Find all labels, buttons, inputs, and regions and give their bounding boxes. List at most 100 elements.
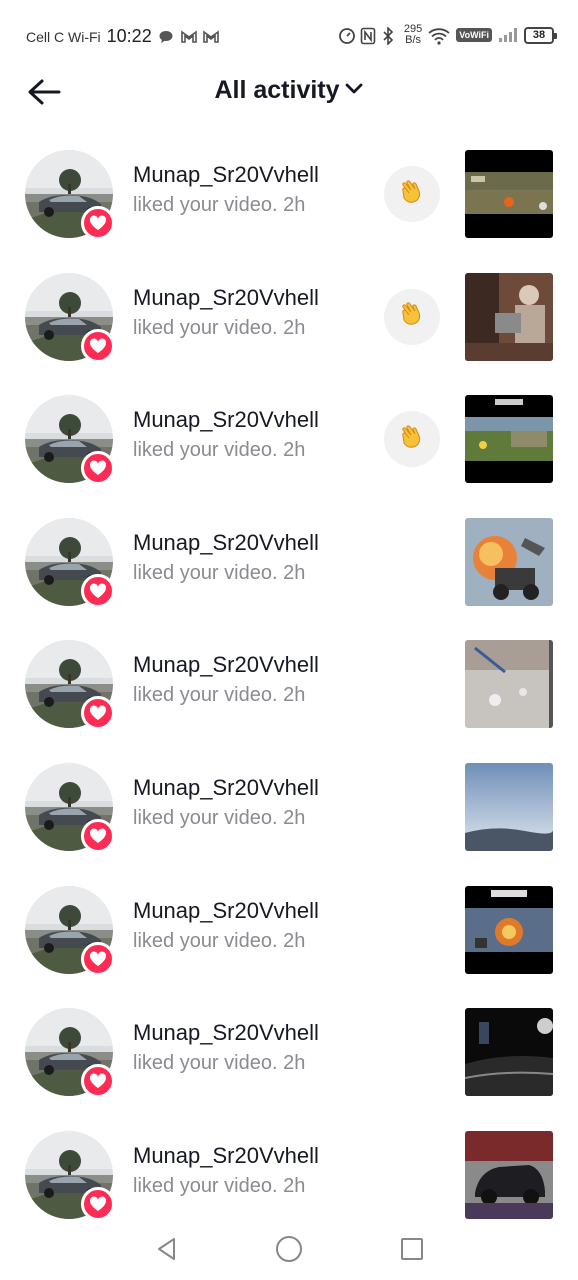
username[interactable]: Munap_Sr20Vvhell [133,652,319,678]
list-item: Munap_Sr20Vvhell liked your video. 2h [0,1113,578,1236]
activity-text: Munap_Sr20Vvhell liked your video. 2h [133,407,319,462]
username[interactable]: Munap_Sr20Vvhell [133,530,319,556]
time-ago: 2h [283,1052,306,1075]
video-thumbnail[interactable] [465,395,553,484]
activity-filter-dropdown[interactable]: All activity [0,76,578,105]
activity-text: Munap_Sr20Vvhell liked your video. 2h [133,1143,319,1198]
heart-icon [81,941,115,976]
heart-icon [81,818,115,853]
chat-bubble-icon [158,29,174,45]
activity-text: Munap_Sr20Vvhell liked your video. 2h [133,898,319,953]
clock: 10:22 [106,26,152,46]
list-item: Munap_Sr20Vvhell liked your video. 2h [0,132,578,255]
signal-icon [498,27,518,43]
list-item: Munap_Sr20Vvhell liked your video. 2h [0,255,578,378]
video-thumbnail[interactable] [465,1008,553,1097]
network-speed-unit: B/s [405,34,422,46]
nav-back-button[interactable] [150,1234,184,1268]
activity-header: All activity [0,62,578,122]
nav-recents-button[interactable] [395,1234,429,1268]
waving-hand-icon [397,299,427,334]
activity-list: Munap_Sr20Vvhell liked your video. 2h Mu… [0,132,578,1235]
action-text: liked your video. [133,1052,278,1075]
system-nav-bar [0,1222,578,1280]
list-item: Munap_Sr20Vvhell liked your video. 2h [0,868,578,991]
activity-description: liked your video. 2h [133,317,319,340]
action-text: liked your video. [133,929,278,952]
video-thumbnail[interactable] [465,640,553,729]
video-thumbnail[interactable] [465,762,553,851]
time-ago: 2h [283,806,306,829]
video-thumbnail[interactable] [465,150,553,238]
activity-text: Munap_Sr20Vvhell liked your video. 2h [133,775,319,830]
list-item: Munap_Sr20Vvhell liked your video. 2h [0,990,578,1113]
back-triangle-icon [154,1236,180,1267]
username[interactable]: Munap_Sr20Vvhell [133,775,319,801]
waving-hand-icon [397,177,427,212]
heart-icon [81,1186,115,1221]
video-thumbnail[interactable] [465,1130,553,1219]
activity-description: liked your video. 2h [133,1175,319,1198]
time-ago: 2h [283,1174,306,1197]
wave-button[interactable] [384,288,440,345]
username[interactable]: Munap_Sr20Vvhell [133,1020,319,1046]
username[interactable]: Munap_Sr20Vvhell [133,162,319,188]
username[interactable]: Munap_Sr20Vvhell [133,898,319,924]
video-thumbnail[interactable] [465,885,553,974]
vowifi-badge: VoWiFi [456,28,492,42]
heart-icon [81,573,115,608]
time-ago: 2h [283,194,306,216]
action-text: liked your video. [133,194,278,216]
heart-icon [81,696,115,731]
speedometer-icon [338,27,355,44]
heart-icon [81,451,115,486]
list-item: Munap_Sr20Vvhell liked your video. 2h [0,622,578,745]
username[interactable]: Munap_Sr20Vvhell [133,407,319,433]
nfc-icon [360,27,376,45]
activity-text: Munap_Sr20Vvhell liked your video. 2h [133,1020,319,1075]
activity-text: Munap_Sr20Vvhell liked your video. 2h [133,285,319,340]
activity-description: liked your video. 2h [133,1052,319,1075]
wave-button[interactable] [384,166,440,222]
time-ago: 2h [283,929,306,952]
list-item: Munap_Sr20Vvhell liked your video. 2h [0,377,578,500]
chevron-down-icon [344,81,364,100]
action-text: liked your video. [133,684,278,707]
time-ago: 2h [283,684,306,707]
list-item: Munap_Sr20Vvhell liked your video. 2h [0,745,578,868]
time-ago: 2h [283,316,306,339]
heart-icon [81,1064,115,1099]
status-left: Cell C Wi-Fi 10:22 [26,26,219,47]
waving-hand-icon [397,422,427,457]
time-ago: 2h [283,439,306,462]
bluetooth-icon [382,26,398,46]
nav-home-button[interactable] [272,1234,306,1268]
username[interactable]: Munap_Sr20Vvhell [133,1143,319,1169]
activity-description: liked your video. 2h [133,807,319,830]
video-thumbnail[interactable] [465,517,553,606]
action-text: liked your video. [133,806,278,829]
heart-icon [81,206,115,240]
time-ago: 2h [283,561,306,584]
network-speed: 295 B/s [404,24,422,46]
wave-button[interactable] [384,411,440,468]
activity-description: liked your video. 2h [133,684,319,707]
wifi-icon [428,27,450,45]
username[interactable]: Munap_Sr20Vvhell [133,285,319,311]
activity-description: liked your video. 2h [133,439,319,462]
carrier-label: Cell C Wi-Fi [26,28,101,45]
activity-text: Munap_Sr20Vvhell liked your video. 2h [133,652,319,707]
heart-icon [81,328,115,363]
activity-description: liked your video. 2h [133,194,319,217]
home-circle-icon [275,1235,303,1268]
action-text: liked your video. [133,1174,278,1197]
video-thumbnail[interactable] [465,272,553,361]
status-right: 295 B/s VoWiFi 38 [338,24,557,46]
activity-description: liked your video. 2h [133,930,319,953]
activity-text: Munap_Sr20Vvhell liked your video. 2h [133,162,319,217]
activity-text: Munap_Sr20Vvhell liked your video. 2h [133,530,319,585]
gmail-icon-2 [202,29,219,45]
list-item: Munap_Sr20Vvhell liked your video. 2h [0,500,578,623]
activity-description: liked your video. 2h [133,562,319,585]
battery-indicator: 38 [524,26,557,44]
